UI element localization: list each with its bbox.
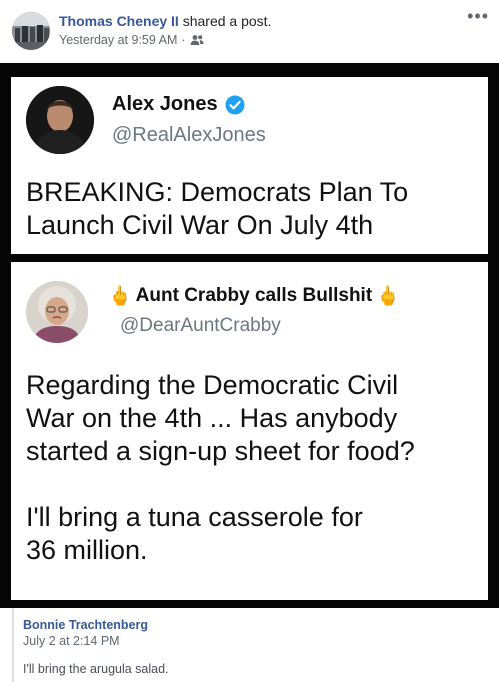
- tweet-body: BREAKING: Democrats Plan To Launch Civil…: [26, 177, 409, 240]
- verified-badge-icon: [225, 95, 245, 115]
- tweet-body: Regarding the Democratic Civil War on th…: [26, 370, 415, 565]
- tweet-author-label: Aunt Crabby calls Bullshit: [135, 285, 373, 306]
- comment-author[interactable]: Bonnie Trachtenberg: [23, 618, 148, 632]
- post-header: Thomas Cheney II shared a post. Yesterda…: [0, 0, 499, 62]
- tweet-author-name: Alex Jones: [112, 93, 245, 116]
- tweet-aunt-crabby: 🖕 Aunt Crabby calls Bullshit 🖕 @DearAunt…: [11, 262, 488, 600]
- poster-avatar[interactable]: [12, 12, 50, 50]
- tweet-avatar-aunt-crabby: [26, 281, 88, 343]
- meta-separator: ·: [181, 33, 186, 47]
- comment-text: I'll bring the arugula salad.: [23, 662, 169, 676]
- post-action: shared a post.: [182, 13, 272, 29]
- comment-timestamp[interactable]: July 2 at 2:14 PM: [23, 634, 120, 648]
- poster-name[interactable]: Thomas Cheney II: [59, 13, 179, 29]
- tweet-author-name: 🖕 Aunt Crabby calls Bullshit 🖕: [108, 284, 404, 308]
- comment-divider: [12, 608, 14, 682]
- friends-icon[interactable]: [190, 34, 204, 46]
- shared-image[interactable]: Alex Jones @RealAlexJones BREAKING: Demo…: [0, 63, 499, 608]
- tweet-author-label: Alex Jones: [112, 93, 218, 115]
- middle-finger-emoji-right: 🖕: [376, 286, 400, 307]
- tweet-alex-jones: Alex Jones @RealAlexJones BREAKING: Demo…: [11, 77, 488, 254]
- tweet-handle: @RealAlexJones: [112, 124, 266, 146]
- tweet-handle: @DearAuntCrabby: [120, 315, 281, 336]
- tweet-avatar-alex-jones: [26, 86, 94, 154]
- comment: Bonnie Trachtenberg July 2 at 2:14 PM I'…: [0, 608, 499, 682]
- more-options-icon[interactable]: •••: [467, 6, 489, 27]
- post-timestamp[interactable]: Yesterday at 9:59 AM: [59, 33, 177, 47]
- poster-line: Thomas Cheney II shared a post.: [59, 13, 271, 29]
- middle-finger-emoji-left: 🖕: [108, 286, 132, 307]
- post-meta: Yesterday at 9:59 AM ·: [59, 33, 204, 47]
